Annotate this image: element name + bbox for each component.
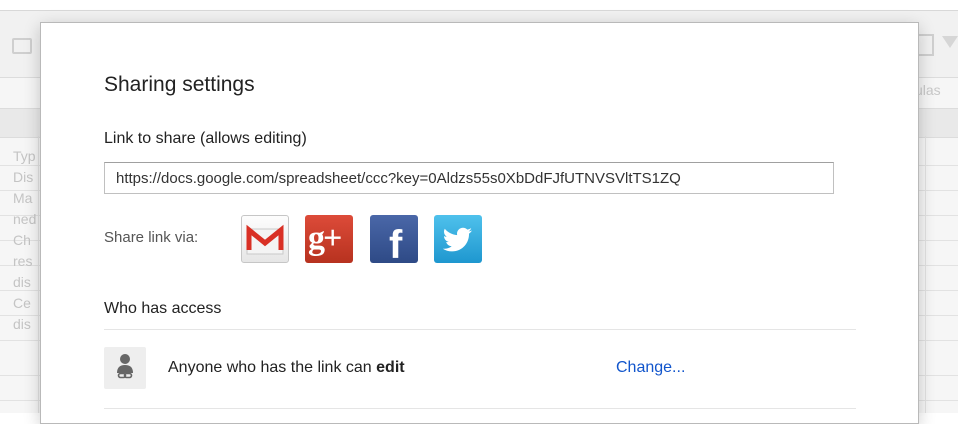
cell-text: ned [13,211,37,227]
share-facebook-button[interactable]: f [370,215,418,263]
share-gmail-button[interactable] [241,215,289,263]
cell-text: dis [13,316,31,332]
twitter-icon [442,227,472,252]
cell-text: Dis [13,169,34,185]
share-link-via-label: Share link via: [104,229,199,246]
access-permission: edit [376,359,405,376]
google-plus-icon: g+ [308,220,342,257]
cell-text: res [13,253,33,269]
print-icon [12,38,32,54]
window-top-edge [0,0,958,11]
facebook-icon: f [389,223,403,263]
left-column-text: Typ Dis Ma ned Ch res dis Ce dis [13,146,36,335]
access-description: Anyone who has the link can edit [168,359,405,377]
cell-text: dis [13,274,31,290]
divider [104,329,856,330]
anyone-with-link-icon [104,347,146,389]
link-to-share-label: Link to share (allows editing) [104,130,307,147]
share-link-field[interactable] [104,162,834,194]
column-divider [925,136,926,413]
dialog-title: Sharing settings [104,73,255,96]
filter-icon [942,36,958,48]
cell-text: Typ [13,148,36,164]
change-access-link[interactable]: Change... [616,359,685,377]
gmail-icon [246,224,284,255]
share-twitter-button[interactable] [434,215,482,263]
share-google-plus-button[interactable]: g+ [305,215,353,263]
access-text-prefix: Anyone who has the link can [168,359,377,376]
divider [104,408,856,409]
column-divider [38,136,39,413]
cell-text: Ce [13,295,31,311]
who-has-access-heading: Who has access [104,300,222,317]
cell-text: Ma [13,190,33,206]
cell-text: Ch [13,232,31,248]
sharing-settings-dialog: Sharing settings Link to share (allows e… [40,22,919,424]
